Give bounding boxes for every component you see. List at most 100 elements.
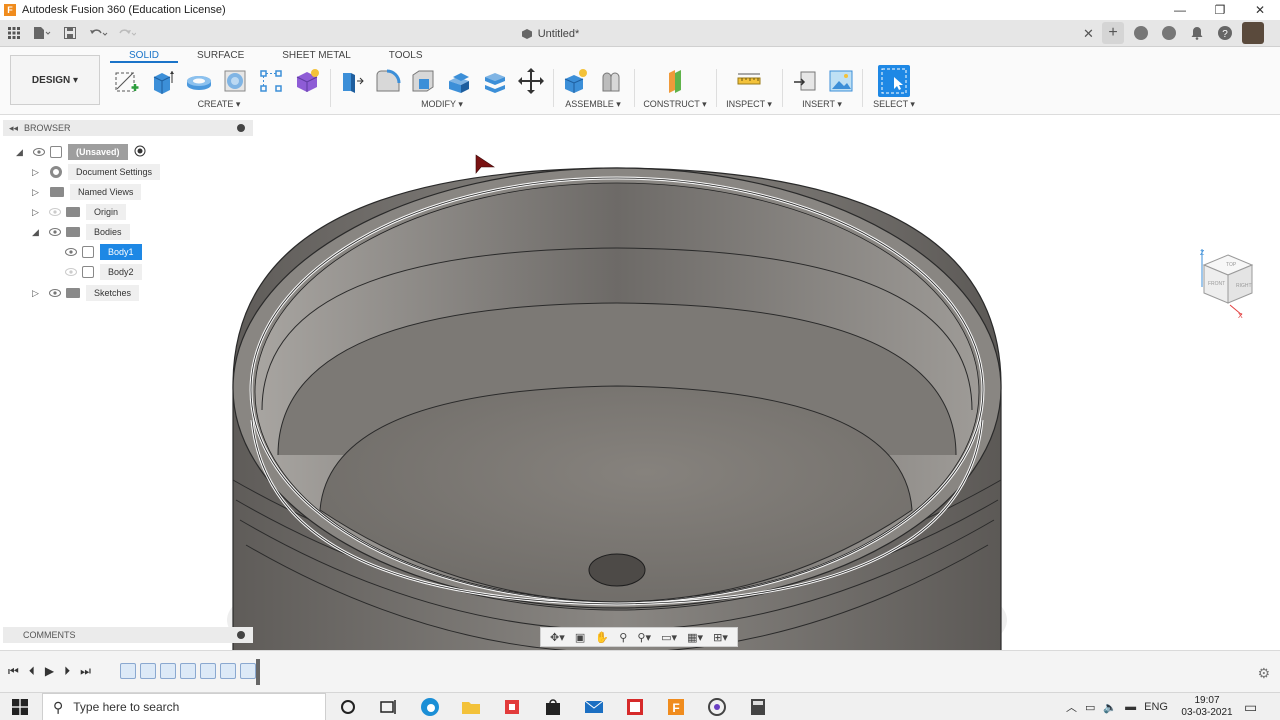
construct-menu[interactable]: CONSTRUCT ▾ [638,99,712,110]
visibility-eye-icon[interactable] [32,147,46,157]
create-sketch-icon[interactable] [112,66,142,96]
modify-menu[interactable]: MODIFY ▾ [336,99,548,110]
visibility-eye-icon[interactable] [48,227,62,237]
pan-hand-icon[interactable]: ✋ [595,631,609,644]
insert-canvas-icon[interactable] [826,66,856,96]
look-at-icon[interactable]: ▣ [575,631,585,644]
action-center-icon[interactable]: ▭ [1244,699,1257,716]
step-forward-icon[interactable]: ⏵ [64,664,70,679]
expand-triangle-icon[interactable]: ▷ [32,288,42,299]
chamfer-icon[interactable] [408,66,438,96]
timeline-feature-extrude[interactable] [180,663,196,679]
fit-zoom-icon[interactable]: ⚲▾ [637,631,651,644]
browser-pin-icon[interactable] [237,124,245,132]
move-copy-icon[interactable] [516,66,546,96]
insert-derive-icon[interactable] [790,66,820,96]
minimize-button[interactable]: — [1160,0,1200,20]
document-tab[interactable]: Untitled* [521,28,579,40]
media-app-icon[interactable] [705,695,729,719]
assemble-menu[interactable]: ASSEMBLE ▾ [558,99,628,110]
data-panel-grid-icon[interactable] [4,24,24,42]
zoom-icon[interactable]: ⚲ [619,631,627,644]
timeline-feature-sketch[interactable] [160,663,176,679]
activate-radio-icon[interactable] [134,145,146,159]
new-component-icon[interactable] [560,66,590,96]
timeline-feature-fillet[interactable] [220,663,236,679]
mail-icon[interactable] [582,695,606,719]
visibility-eye-hidden-icon[interactable] [64,267,78,277]
select-menu[interactable]: SELECT ▾ [866,99,922,110]
tab-solid[interactable]: SOLID [110,49,179,63]
add-comment-icon[interactable] [237,631,245,639]
new-tab-plus-icon[interactable]: + [1102,22,1124,44]
select-icon[interactable] [878,65,910,97]
revolve-icon[interactable] [184,66,214,96]
timeline-marker-handle[interactable] [256,659,260,685]
taskbar-search-box[interactable]: ⚲ Type here to search [42,693,326,720]
browser-item-origin[interactable]: ▷ Origin [32,203,127,221]
go-to-start-icon[interactable]: ⏮ [8,664,19,679]
task-view-icon[interactable] [377,695,401,719]
go-to-end-icon[interactable]: ⏭ [80,664,91,679]
measure-icon[interactable] [734,66,764,96]
restore-button[interactable]: ❐ [1200,0,1240,20]
file-explorer-icon[interactable] [459,695,483,719]
tab-sheet-metal[interactable]: SHEET METAL [263,49,370,63]
volume-icon[interactable]: 🔈 [1103,701,1117,714]
expand-triangle-icon[interactable]: ◢ [32,227,42,238]
help-icon[interactable]: ? [1214,22,1236,44]
system-clock[interactable]: 19:07 03-03-2021 [1180,695,1234,719]
tab-tools[interactable]: TOOLS [370,49,442,63]
display-settings-icon[interactable]: ▭▾ [661,631,677,644]
timeline-feature-sketch[interactable] [120,663,136,679]
battery-icon[interactable]: ▬ [1125,701,1136,713]
close-window-button[interactable]: ✕ [1240,0,1280,20]
calculator-icon[interactable] [746,695,770,719]
expand-triangle-icon[interactable]: ▷ [32,187,42,198]
rectangular-pattern-icon[interactable] [256,66,286,96]
viewports-icon[interactable]: ⊞▾ [713,631,728,644]
show-hidden-icons-chevron-icon[interactable]: ︿ [1066,699,1077,715]
extrude-icon[interactable] [148,66,178,96]
visibility-eye-hidden-icon[interactable] [48,207,62,217]
orbit-icon[interactable]: ✥▾ [550,631,565,644]
redo-icon[interactable] [116,24,136,42]
browser-item-body1[interactable]: Body1 [58,243,142,261]
grid-settings-icon[interactable]: ▦▾ [687,631,703,644]
close-document-tab-button[interactable]: ✕ [1083,26,1094,42]
insert-menu[interactable]: INSERT ▾ [786,99,858,110]
browser-item-sketches[interactable]: ▷ Sketches [32,284,140,302]
visibility-eye-icon[interactable] [48,288,62,298]
browser-item-named-views[interactable]: ▷ Named Views [32,183,142,201]
browser-item-body2[interactable]: Body2 [58,263,142,281]
collapse-chevron-icon[interactable]: ◂◂ [9,123,18,134]
view-cube[interactable]: TOP FRONT RIGHT Z X [1196,247,1260,320]
job-status-clock-icon[interactable] [1158,22,1180,44]
network-icon[interactable]: ▭ [1085,701,1095,714]
extensions-icon[interactable] [1130,22,1152,44]
windows-start-icon[interactable] [12,699,28,715]
save-icon[interactable] [60,24,80,42]
fillet-icon[interactable] [372,66,402,96]
expand-triangle-icon[interactable]: ◢ [16,147,26,158]
step-back-icon[interactable]: ⏴ [29,664,35,679]
workspace-design-button[interactable]: DESIGN ▾ [10,55,100,105]
file-menu-icon[interactable] [32,24,52,42]
language-indicator[interactable]: ENG [1144,701,1168,713]
store-icon[interactable] [541,695,565,719]
offset-plane-icon[interactable] [660,66,690,96]
timeline-settings-gear-icon[interactable]: ⚙ [1257,665,1270,682]
visibility-eye-icon[interactable] [64,247,78,257]
browser-root-node[interactable]: ◢ (Unsaved) [16,143,146,161]
notifications-bell-icon[interactable] [1186,22,1208,44]
expand-triangle-icon[interactable]: ▷ [32,167,42,178]
timeline-feature-revolve[interactable] [140,663,156,679]
create-menu[interactable]: CREATE ▾ [112,99,326,110]
comments-panel-header[interactable]: COMMENTS [3,627,253,643]
create-form-icon[interactable] [292,66,322,96]
fusion-taskbar-icon[interactable]: F [664,695,688,719]
timeline-feature-shell[interactable] [200,663,216,679]
expand-triangle-icon[interactable]: ▷ [32,207,42,218]
browser-item-document-settings[interactable]: ▷ Document Settings [32,163,161,181]
browser-panel-header[interactable]: ◂◂ BROWSER [3,120,253,136]
